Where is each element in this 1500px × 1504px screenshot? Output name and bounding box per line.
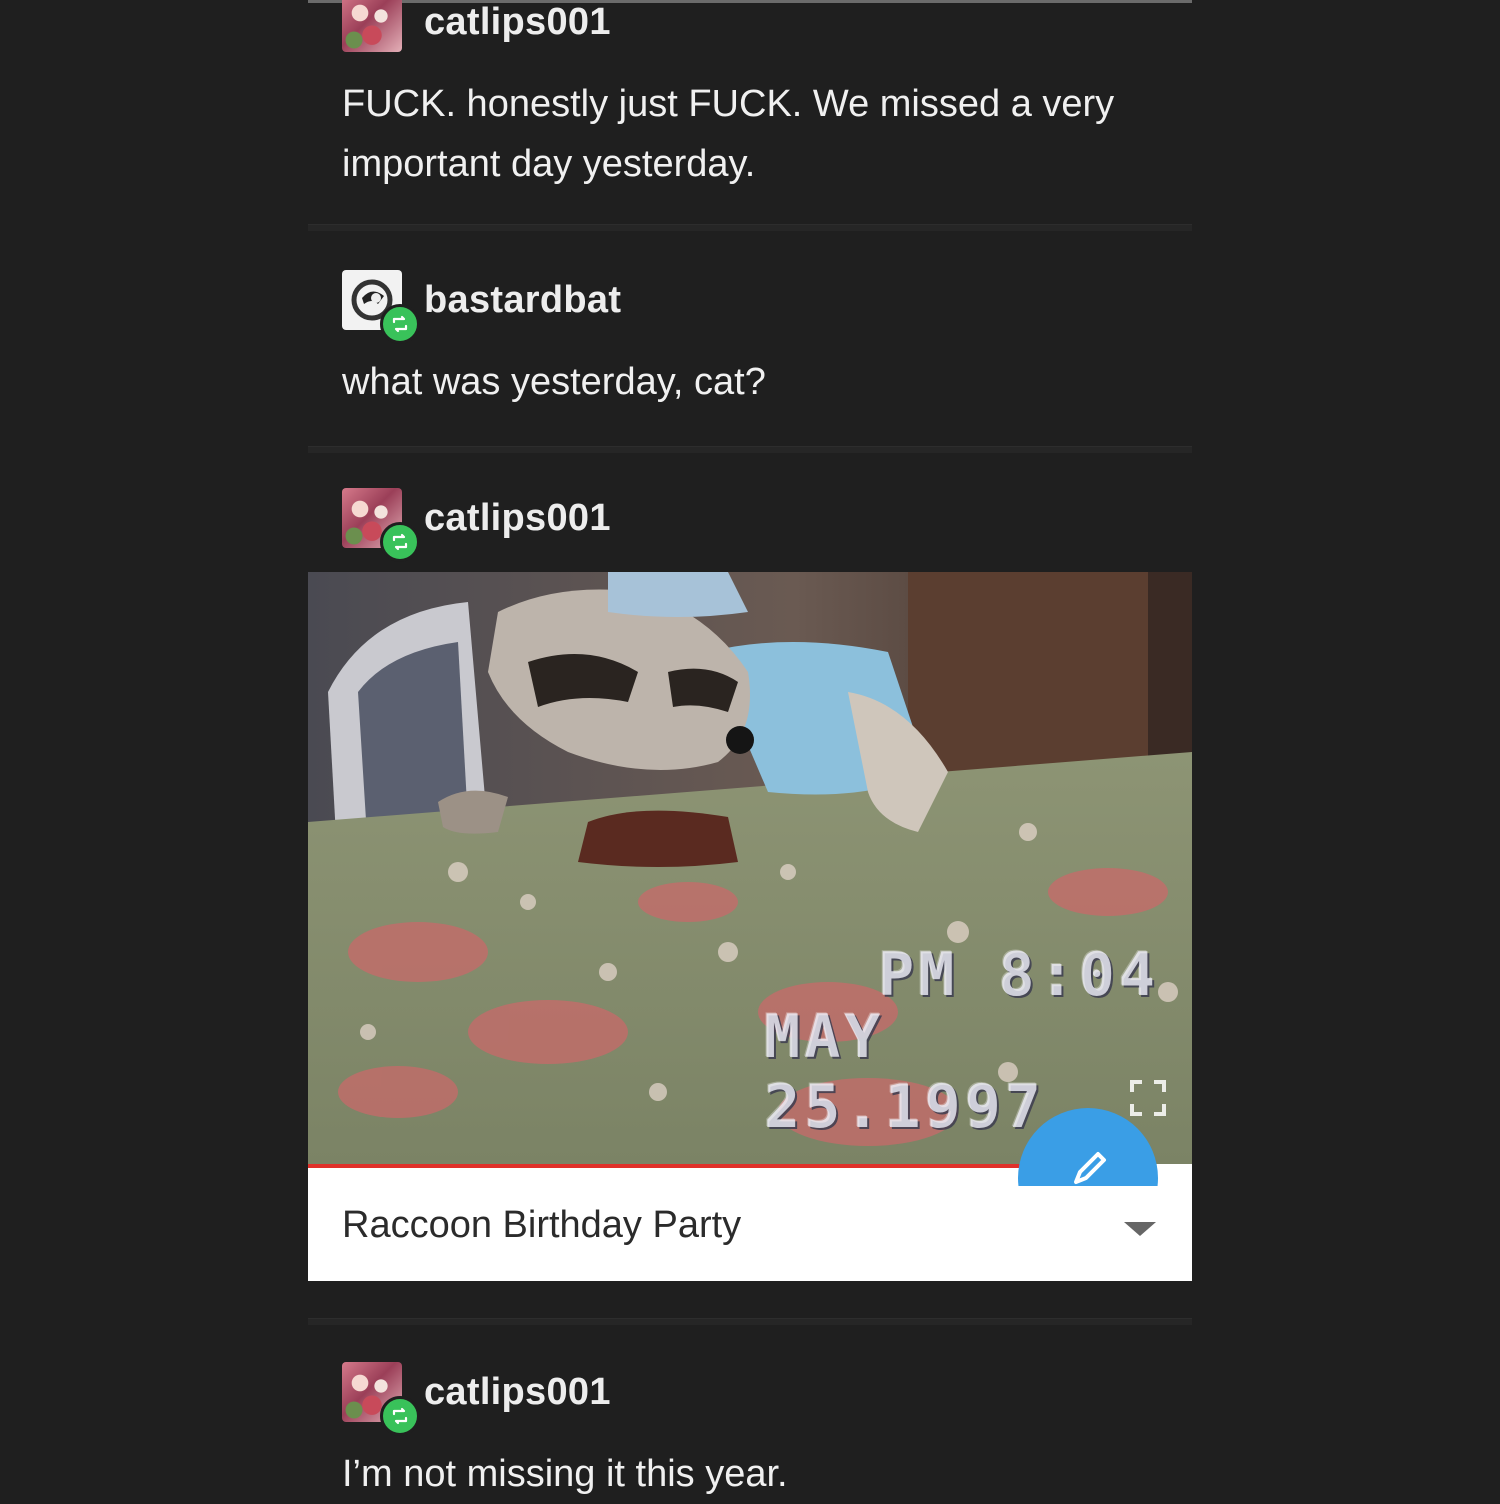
- post-header[interactable]: catlips001: [342, 1362, 611, 1436]
- video-progress-bar[interactable]: [308, 1164, 1025, 1168]
- cat-avatar-icon: [342, 0, 402, 52]
- username[interactable]: catlips001: [424, 1371, 611, 1414]
- username[interactable]: catlips001: [424, 497, 611, 540]
- user-avatar[interactable]: [342, 1362, 420, 1436]
- reblog-icon: [380, 522, 420, 562]
- reblog-icon: [380, 304, 420, 344]
- timestamp-time: PM 8:04: [878, 940, 1159, 1010]
- post-text: I’m not missing it this year.: [342, 1453, 788, 1495]
- pencil-icon: [1074, 1152, 1106, 1184]
- user-avatar[interactable]: [342, 488, 420, 562]
- post-text: what was yesterday, cat?: [342, 361, 766, 403]
- video-title[interactable]: Raccoon Birthday Party: [342, 1204, 741, 1247]
- edit-button[interactable]: [1018, 1108, 1158, 1186]
- dashboard-thread: catlips001 FUCK. honestly just FUCK. We …: [308, 0, 1192, 1500]
- video-player[interactable]: PM 8:04 MAY 25.1997: [308, 572, 1192, 1164]
- user-avatar[interactable]: [342, 0, 402, 52]
- username[interactable]: bastardbat: [424, 279, 621, 322]
- post-header[interactable]: bastardbat: [342, 270, 621, 344]
- post-divider: [308, 1318, 1192, 1325]
- post-divider: [308, 224, 1192, 231]
- username[interactable]: catlips001: [424, 1, 611, 44]
- post-text: FUCK. honestly just FUCK. We missed a ve…: [342, 83, 1115, 185]
- post-header[interactable]: catlips001: [342, 0, 611, 52]
- reblog-icon: [380, 1396, 420, 1436]
- chevron-down-icon[interactable]: [1124, 1222, 1156, 1236]
- post-header[interactable]: catlips001: [342, 488, 611, 562]
- post-divider: [308, 446, 1192, 453]
- user-avatar[interactable]: [342, 270, 420, 344]
